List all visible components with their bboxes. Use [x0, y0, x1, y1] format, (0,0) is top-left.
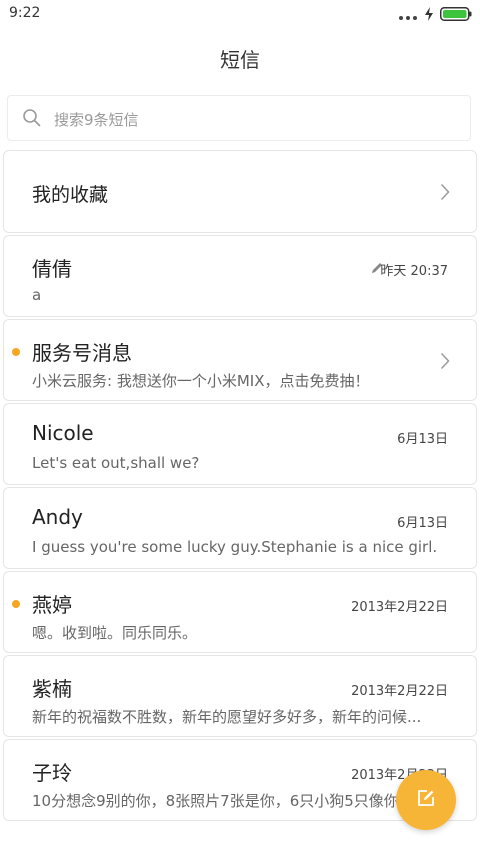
contact-name: 子玲 [32, 761, 72, 785]
contact-name: 燕婷 [32, 593, 72, 617]
message-snippet: 10分想念9别的你，8张照片7张是你，6只小狗5只像你 [32, 792, 399, 810]
conversation-item[interactable]: 服务号消息 小米云服务: 我想送你一个小米MIX，点击免费抽！ [3, 319, 477, 401]
status-icons [398, 6, 472, 25]
conversation-item[interactable]: 倩倩 昨天 20:37 a [3, 235, 477, 317]
contact-name: 紫楠 [32, 677, 72, 701]
search-placeholder: 搜索9条短信 [54, 111, 139, 129]
unread-dot [12, 600, 20, 608]
conversation-item[interactable]: Andy 6月13日 I guess you're some lucky guy… [3, 487, 477, 569]
status-time: 9:22 [9, 5, 41, 21]
page-title: 短信 [220, 48, 260, 72]
charging-icon [424, 6, 434, 25]
contact-name: Nicole [32, 421, 94, 445]
chevron-right-icon [440, 352, 450, 374]
conversation-item[interactable]: 紫楠 2013年2月22日 新年的祝福数不胜数，新年的愿望好多好多，新年的问候.… [3, 655, 477, 737]
search-input[interactable]: 搜索9条短信 [7, 95, 471, 141]
compose-button[interactable] [396, 770, 456, 830]
search-icon [22, 108, 42, 132]
compose-icon [416, 788, 436, 812]
favorites-item[interactable]: 我的收藏 [3, 150, 477, 233]
message-snippet: 小米云服务: 我想送你一个小米MIX，点击免费抽！ [32, 372, 370, 390]
message-date: 6月13日 [397, 516, 448, 531]
status-bar: 9:22 [0, 0, 480, 28]
more-dots-icon [398, 6, 418, 25]
unread-dot [12, 348, 20, 356]
message-date: 2013年2月22日 [351, 600, 448, 615]
conversation-item[interactable]: Nicole 6月13日 Let's eat out,shall we? [3, 403, 477, 485]
contact-name: 服务号消息 [32, 341, 132, 365]
message-date: 昨天 20:37 [380, 264, 448, 279]
conversation-item[interactable]: 燕婷 2013年2月22日 嗯。收到啦。同乐同乐。 [3, 571, 477, 653]
message-snippet: 新年的祝福数不胜数，新年的愿望好多好多，新年的问候... [32, 708, 422, 726]
message-snippet: a [32, 286, 42, 304]
message-snippet: I guess you're some lucky guy.Stephanie … [32, 538, 438, 556]
message-snippet: 嗯。收到啦。同乐同乐。 [32, 624, 198, 642]
favorites-label: 我的收藏 [32, 184, 109, 206]
battery-icon [440, 6, 472, 25]
contact-name: 倩倩 [32, 257, 72, 281]
message-date: 2013年2月22日 [351, 684, 448, 699]
chevron-right-icon [440, 183, 450, 205]
contact-name: Andy [32, 505, 83, 529]
message-snippet: Let's eat out,shall we? [32, 454, 200, 472]
message-date: 6月13日 [397, 432, 448, 447]
